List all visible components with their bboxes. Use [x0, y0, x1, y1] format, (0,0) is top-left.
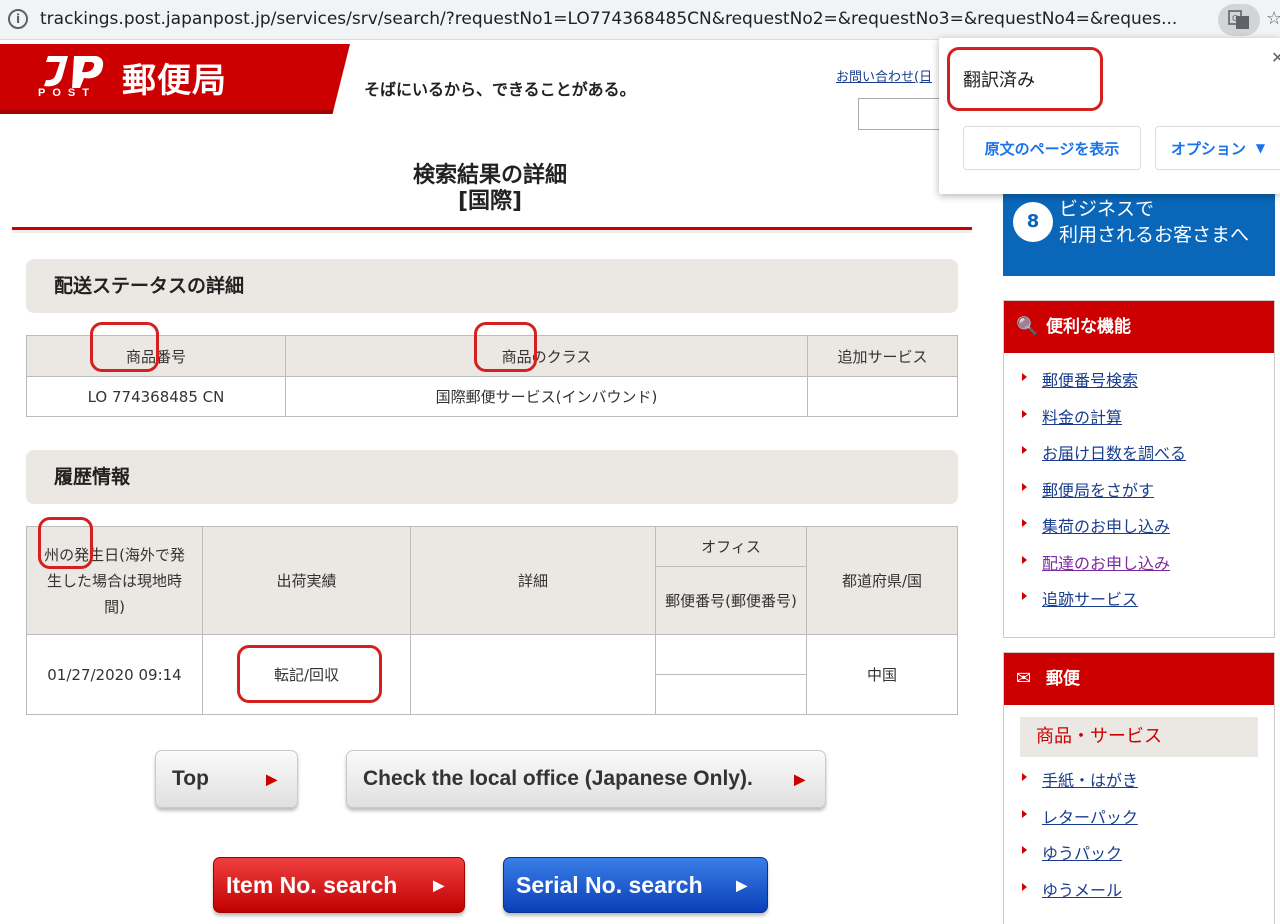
event-date: 01/27/2020 09:14 — [26, 634, 203, 715]
svg-text:G: G — [1232, 14, 1238, 23]
pickup-request-link[interactable]: 集荷のお申し込み — [1042, 517, 1170, 536]
arrow-right-icon: ▶ — [266, 771, 277, 787]
mail-title: 郵便 — [1046, 669, 1080, 689]
office-name — [655, 634, 807, 675]
letters-postcards-link[interactable]: 手紙・はがき — [1042, 771, 1138, 790]
letter-pack-link[interactable]: レターパック — [1042, 808, 1138, 827]
history-table: 州の発生日(海外で発生した場合は現地時間) 出荷実績 詳細 オフィス 都道府県/… — [26, 526, 958, 715]
useful-features-panel: 🔍 便利な機能 郵便番号検索 料金の計算 お届け日数を調べる 郵便局をさがす 集荷… — [1003, 300, 1275, 638]
prefecture: 中国 — [806, 634, 958, 715]
yu-pack-link[interactable]: ゆうパック — [1042, 844, 1122, 863]
options-button[interactable]: オプション ▼ — [1155, 126, 1280, 170]
list-item[interactable]: 配達のお申し込み — [1020, 550, 1274, 587]
logo-post-text: POST — [38, 87, 96, 99]
site-info-icon[interactable]: i — [8, 9, 28, 29]
page-subtitle: [国際] — [457, 189, 523, 214]
list-item[interactable]: 手紙・はがき — [1020, 767, 1274, 804]
translate-button[interactable]: G — [1218, 4, 1260, 36]
list-item[interactable]: 追跡サービス — [1020, 586, 1274, 623]
list-item[interactable]: レターパック — [1020, 804, 1274, 841]
col-additional-service: 追加サービス — [807, 335, 958, 377]
address-bar: i trackings.post.japanpost.jp/services/s… — [0, 0, 1280, 40]
close-icon[interactable]: ✕ — [1271, 48, 1280, 67]
header-search-input[interactable] — [858, 98, 948, 130]
url-field[interactable]: trackings.post.japanpost.jp/services/srv… — [40, 9, 1210, 29]
col-item-class: 商品のクラス — [285, 335, 808, 377]
list-item[interactable]: お届け日数を調べる — [1020, 440, 1274, 477]
tagline: そばにいるから、できることがある。 — [364, 80, 636, 99]
options-label: オプション — [1170, 139, 1246, 158]
mail-header: ✉ 郵便 — [1004, 653, 1274, 705]
logo-name[interactable]: 郵便局 — [122, 53, 227, 102]
col-detail: 詳細 — [410, 526, 656, 635]
top-button-label: Top — [172, 767, 209, 790]
table-row: LO 774368485 CN 国際郵便サービス(インバウンド) — [26, 376, 958, 417]
col-prefecture: 都道府県/国 — [806, 526, 958, 635]
check-local-office-label: Check the local office (Japanese Only). — [363, 767, 753, 790]
top-button[interactable]: Top ▶ — [155, 750, 298, 808]
list-item[interactable]: 集荷のお申し込み — [1020, 513, 1274, 550]
list-item[interactable]: 郵便番号検索 — [1020, 367, 1274, 404]
page-title-text: 検索結果の詳細 — [412, 163, 567, 188]
products-services-header: 商品・サービス — [1020, 717, 1258, 757]
useful-features-header: 🔍 便利な機能 — [1004, 301, 1274, 353]
annotation-oval — [38, 517, 93, 569]
useful-features-title: 便利な機能 — [1046, 317, 1131, 337]
title-divider — [12, 227, 972, 233]
col-office: オフィス — [655, 526, 807, 567]
check-local-office-button[interactable]: Check the local office (Japanese Only). ▶ — [346, 750, 826, 808]
useful-features-list: 郵便番号検索 料金の計算 お届け日数を調べる 郵便局をさがす 集荷のお申し込み … — [1004, 353, 1274, 623]
postal-code — [655, 674, 807, 715]
arrow-right-icon: ▶ — [736, 877, 747, 893]
fee-calculation-link[interactable]: 料金の計算 — [1042, 408, 1122, 427]
delivery-request-link[interactable]: 配達のお申し込み — [1042, 554, 1170, 573]
arrow-right-icon: ▶ — [433, 877, 444, 893]
annotation-oval — [474, 322, 537, 372]
dropdown-triangle-icon: ▼ — [1255, 141, 1266, 155]
page-title: 検索結果の詳細 [国際] — [380, 163, 600, 215]
delivery-days-link[interactable]: お届け日数を調べる — [1042, 444, 1186, 463]
annotation-oval — [237, 645, 382, 703]
delivery-section-header: 配送ステータスの詳細 — [26, 259, 958, 313]
person-icon: 8 — [1013, 202, 1053, 242]
postal-code-search-link[interactable]: 郵便番号検索 — [1042, 371, 1138, 390]
business-banner-text: ビジネスで 利用されるお客さまへ — [1059, 198, 1250, 246]
table-row: 01/27/2020 09:14 転記/回収 中国 — [26, 634, 958, 715]
mail-list: 手紙・はがき レターパック ゆうパック ゆうメール — [1004, 763, 1274, 913]
col-shipment: 出荷実績 — [202, 526, 411, 635]
serial-no-search-button[interactable]: Serial No. search ▶ — [503, 857, 768, 913]
history-section-header: 履歴情報 — [26, 450, 958, 504]
additional-service — [807, 376, 958, 417]
item-class: 国際郵便サービス(インバウンド) — [285, 376, 808, 417]
list-item[interactable]: ゆうメール — [1020, 877, 1274, 914]
arrow-right-icon: ▶ — [794, 771, 805, 787]
tracking-service-link[interactable]: 追跡サービス — [1042, 590, 1138, 609]
list-item[interactable]: 料金の計算 — [1020, 404, 1274, 441]
event-detail — [410, 634, 656, 715]
col-postal-code: 郵便番号(郵便番号) — [655, 566, 807, 635]
mail-panel: ✉ 郵便 商品・サービス 手紙・はがき レターパック ゆうパック ゆうメール — [1003, 652, 1275, 924]
contact-link[interactable]: お問い合わせ(日 — [836, 66, 932, 85]
search-icon: 🔍 — [1016, 316, 1039, 337]
item-no-search-button[interactable]: Item No. search ▶ — [213, 857, 465, 913]
serial-no-search-label: Serial No. search — [516, 872, 703, 898]
list-item[interactable]: 郵便局をさがす — [1020, 477, 1274, 514]
annotation-oval — [90, 322, 159, 372]
show-original-button[interactable]: 原文のページを表示 — [963, 126, 1141, 170]
translate-icon: G — [1228, 10, 1249, 29]
find-post-office-link[interactable]: 郵便局をさがす — [1042, 481, 1154, 500]
item-number: LO 774368485 CN — [26, 376, 286, 417]
bookmark-star-icon[interactable]: ☆ — [1266, 8, 1280, 29]
business-banner[interactable]: 8 ビジネスで 利用されるお客さまへ — [1003, 194, 1275, 276]
yu-mail-link[interactable]: ゆうメール — [1042, 881, 1122, 900]
list-item[interactable]: ゆうパック — [1020, 840, 1274, 877]
envelope-icon: ✉ — [1016, 668, 1032, 689]
annotation-oval — [947, 47, 1103, 111]
item-no-search-label: Item No. search — [226, 872, 398, 898]
